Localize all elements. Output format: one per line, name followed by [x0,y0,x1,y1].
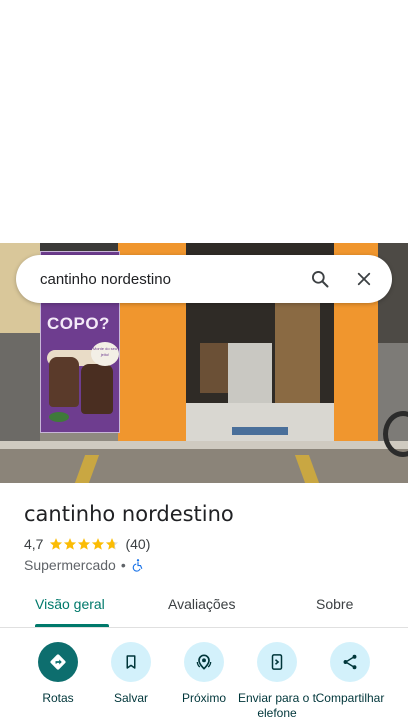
bookmark-icon [126,655,136,669]
wheelchair-accessible-icon [132,559,143,572]
star-icon [78,538,91,550]
clear-search-button[interactable] [342,257,386,301]
directions-label: Rotas [42,691,74,705]
nearby-icon [196,654,212,670]
save-label: Salvar [113,691,148,705]
photo-ground [0,449,408,483]
tab-about[interactable]: Sobre [316,596,353,612]
tab-overview[interactable]: Visão geral [35,596,105,612]
send-to-phone-button-circle[interactable] [257,642,297,682]
close-icon [357,272,371,286]
photo-mat [232,427,288,435]
star-half-icon [106,538,119,550]
search-button[interactable] [298,257,342,301]
photo-shelf [200,343,230,393]
directions-icon [50,654,66,670]
active-tab-indicator [35,624,109,627]
share-icon [343,654,357,670]
directions-button-circle[interactable] [38,642,78,682]
poster-cup [49,357,79,407]
photo-shelf [275,303,320,413]
rating-stars [49,537,119,551]
poster-leaf [49,412,69,422]
save-button[interactable]: Salvar [91,642,171,706]
tab-bar: Visão geral Avaliações Sobre [0,584,408,628]
separator-dot: • [120,557,126,573]
poster-badge: Monte do seu jeito! [91,342,119,366]
star-icon [64,538,77,550]
nearby-button[interactable]: Próximo [164,642,244,706]
share-label: Compartilhar [315,691,385,705]
directions-button[interactable]: Rotas [18,642,98,706]
action-buttons: Rotas Salvar Próximo Enviar para o telef… [0,640,408,726]
category-row: Supermercado • [24,557,145,573]
rating-row[interactable]: 4,7 (40) [24,536,150,552]
star-icon [50,538,63,550]
poster-text: COPO? [47,314,110,333]
rating-value: 4,7 [24,536,44,552]
place-category: Supermercado [24,557,116,573]
share-button[interactable]: Compartilhar [310,642,390,706]
poster-cup [81,364,113,414]
share-button-circle[interactable] [330,642,370,682]
send-to-phone-label: Enviar para o telefone [237,691,317,720]
review-count[interactable]: (40) [125,536,150,552]
save-button-circle[interactable] [111,642,151,682]
star-icon [92,538,105,550]
nearby-button-circle[interactable] [184,642,224,682]
nearby-label: Próximo [181,691,226,705]
place-title: cantinho nordestino [24,502,234,526]
send-to-phone-icon [271,654,283,670]
photo-floor [184,403,336,443]
search-icon [312,271,329,288]
search-input[interactable]: cantinho nordestino [40,271,298,288]
send-to-phone-button[interactable]: Enviar para o telefone [237,642,317,721]
search-bar[interactable]: cantinho nordestino [16,255,392,303]
tab-reviews[interactable]: Avaliações [168,596,235,612]
